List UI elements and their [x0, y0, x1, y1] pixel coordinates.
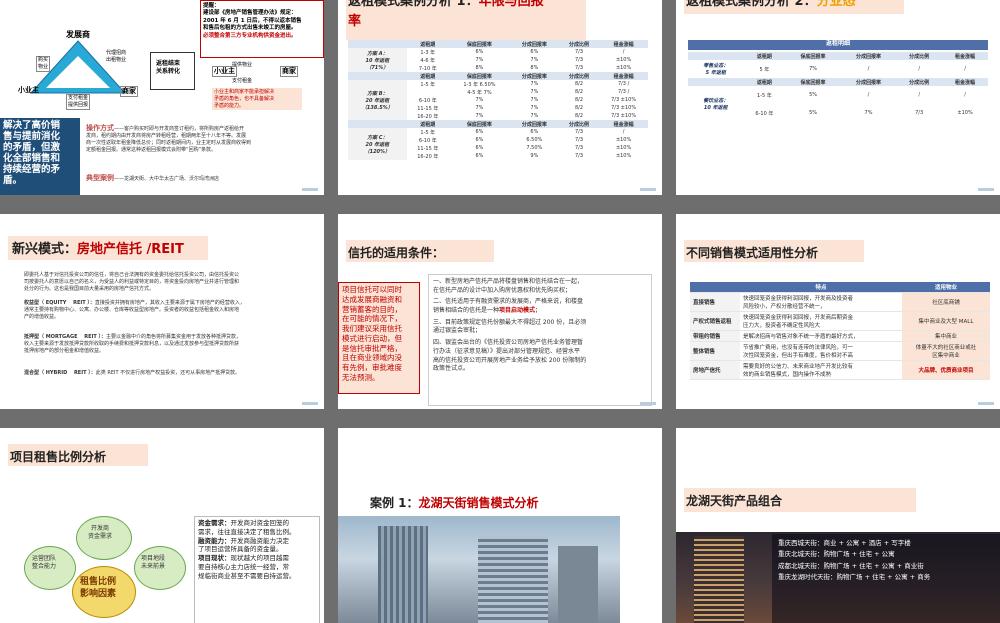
case-text: 典型案例——龙湖天街、大中华太古广场、沃尔玛湾洲店: [86, 174, 220, 182]
corner-mark: [302, 402, 318, 405]
sales-mode-table: 特点 适用物业 直接销售 快速回笼资金获得利润回报，开发商及投资者 风险较小，产权分散经…: [690, 282, 990, 380]
corner-mark: [978, 188, 994, 191]
merchant-label: 商家: [120, 86, 138, 97]
rent-back-table: 返租期 保底回报率 分成回报率 分成比例 租金涨幅 方案 A： 10 年返租 （71%） 1-3…: [348, 40, 648, 160]
petal-operation-label: 运营团队 整合能力: [32, 555, 57, 571]
table-header-row: 返租期 保底回报率 分成回报率 分成比例 租金涨幅: [688, 78, 988, 86]
slide-thumbnail-4[interactable]: 新兴模式：房地产信托 /REIT 即委托人基于对信托投资公司的信任，将自己合法拥…: [0, 214, 324, 409]
slide-thumbnail-5[interactable]: 信托的适用条件： 项目信托可以同时 达成发展商融资和 营销蓄客的目的， 在可能的情况下…: [338, 214, 662, 409]
table-row: 直接销售 快速回笼资金获得利润回报，开发商及投资者 风险较小，产权分散经营不统一，社…: [690, 292, 990, 312]
slide-thumbnail-2[interactable]: 返租模式案例分析 1：年限与回报 率 返租期 保底回报率 分成回报率 分成比例 租金涨幅…: [338, 0, 662, 195]
slide-thumbnail-3[interactable]: 返租模式案例分析 2：分业态 返租明细 返租期 保底回报率 分成回报率 分成比例 租金涨…: [676, 0, 1000, 195]
table-row: 带租约销售 是解决招商与销售对象不统一矛盾的最好方式， 集中商业: [690, 330, 990, 342]
slide-title: 不同销售模式适用性分析: [686, 246, 819, 260]
corner-mark: [640, 188, 656, 191]
summary-box: 解决了高价销 售与提前消化 的矛盾，但激 化全部销售和 持续经营的矛 盾。: [0, 118, 80, 195]
table-header-row: 特点 适用物业: [690, 282, 990, 293]
pay-rent-2-label: 支付租金: [232, 78, 253, 84]
building-tower: [558, 546, 598, 623]
table-row: 方案 B： 20 年返租 （138.5%） 1-5 年 1-3 年 6.50% 7% 8/2…: [348, 80, 648, 120]
trust-recommendation-box: 项目信托可以同时 达成发展商融资和 营销蓄客的目的， 在可能的情况下， 我们建议采用信托…: [338, 282, 420, 394]
table-caption: 返租明细: [688, 40, 988, 50]
notice-line: 和售后包租的方式出售未竣工的房屋。: [203, 25, 297, 32]
slide-title-wrap: 率: [348, 14, 362, 29]
plan-label: 方案 C： 20 年返租 （120%）: [348, 128, 407, 160]
table-row: 零售业态： 5 年返租 5 年 7% / / /: [688, 60, 988, 78]
center-bubble-label: 租售比例 影响因素: [80, 577, 117, 600]
product-mix-list: 重庆西城天街：商业 + 公寓 + 酒店 + 写字楼 重庆北城天街：购物广场 + 住…: [778, 539, 931, 582]
small-owner-label: 小业主: [18, 86, 39, 94]
slide-title: 项目租售比例分析: [10, 450, 107, 464]
notice-line-highlight: 必须整合第三方专业机构供资金进出。: [203, 32, 297, 39]
table-row: 方案 C： 20 年返租 （120%） 1-5 年 6% 6% 7/3/: [348, 128, 648, 160]
slide-title: 返租模式案例分析 1：年限与回报: [348, 0, 544, 9]
equity-reit-text: 权益型（ EQUITY REIT ）：直接投资并拥有房地产，其收入主要来源于属下…: [24, 300, 245, 320]
small-owner-2-label: 小业主: [212, 66, 237, 77]
table-row: 餐饮业态： 10 年返租 1-5 年 5% / / /: [688, 86, 988, 122]
table-header-row: 返租期 保底回报率 分成回报率 分成比例 租金涨幅: [348, 120, 648, 128]
notice-line: 建设部《房地产销售管理办法》规定：: [203, 10, 297, 17]
slide-thumbnail-9[interactable]: 龙湖天街产品组合 重庆西城天街：商业 + 公寓 + 酒店 + 写字楼 重庆北城天街…: [676, 428, 1000, 623]
table-header-row: 返租期 保底回报率 分成回报率 分成比例 租金涨幅: [348, 40, 648, 48]
condition-3: 三、目前政策规定信托份额最大不得超过 200 份，且必须 通过银监会审批；: [433, 318, 587, 335]
developer-label: 发展商: [66, 30, 90, 39]
table-row: 整体销售 节省推广费用，也没有连带的法律风险，可一 次性回笼资金，但出手有难度，售价…: [690, 341, 990, 361]
slide-thumbnail-1[interactable]: 提醒： 建设部《房地产销售管理办法》规定： 2001 年 6 月 1 日后，不得…: [0, 0, 324, 195]
table-header-row: 返租期 保底回报率 分成回报率 分成比例 租金涨幅: [688, 52, 988, 60]
building-tower: [478, 536, 548, 623]
building-tower: [378, 526, 428, 623]
trust-conditions-box: 一、新型房地产信托产品将楼盘销售和信托结合在一起， 在信托产品的设计中加入购房优惠…: [428, 274, 652, 406]
transform-label: 返租结束 关系转化: [156, 60, 181, 76]
petal-developer-label: 开发商 资金需求: [88, 525, 113, 541]
rent-detail-table: 返租期 保底回报率 分成回报率 分成比例 租金涨幅 零售业态： 5 年返租 5 年 7% / / / 返…: [688, 52, 988, 122]
pay-rent-label: 支付租金 提供回报: [66, 94, 91, 110]
building-photo: [338, 516, 620, 623]
slide-title: 案例 1：龙湖天街销售模式分析: [370, 496, 539, 510]
condition-4: 四、银监会出台的《信托投资公司房地产信托业务管理暂 行办法（征求意见稿）》提出对部…: [433, 339, 587, 373]
trust-definition: 即委托人基于对信托投资公司的信任，将自己合法拥有的资金委托给信托投资公司，由信托…: [24, 272, 240, 292]
mortgage-reit-text: 抵押型（ MORTGAGE REIT ）：主要以金融中介的角色将所募集资金用于发…: [24, 334, 242, 354]
contradiction-note: 小业主和商家不能承担解决 矛盾的角色，也不具备解决 矛盾的能力。: [212, 88, 302, 111]
slide-thumbnail-6[interactable]: 不同销售模式适用性分析 特点 适用物业 直接销售 快速回笼资金获得利润回报，开发商及投…: [676, 214, 1000, 409]
merchant-2-label: 商家: [280, 66, 298, 77]
slide-title: 龙湖天街产品组合: [686, 494, 783, 508]
condition-1: 一、新型房地产信托产品将楼盘销售和信托结合在一起， 在信托产品的设计中加入购房优惠…: [433, 278, 584, 294]
slide-thumbnail-7[interactable]: 项目租售比例分析 开发商 资金需求 运营团队 整合能力 项目地段 未来前景 租售比例影…: [0, 428, 324, 623]
slide-thumbnail-8[interactable]: 案例 1：龙湖天街销售模式分析: [338, 428, 662, 623]
corner-mark: [978, 402, 994, 405]
note-financing: 融资能力：开发商融资能力决定 了项目运营所具备的资金量。: [198, 536, 289, 554]
plan-label: 方案 B： 20 年返租 （138.5%）: [348, 80, 407, 120]
buy-property-label: 购买 物业: [36, 56, 51, 72]
corner-mark: [640, 402, 656, 405]
plan-label: 方案 A： 10 年返租 （71%）: [348, 48, 407, 72]
slide-title: 信托的适用条件：: [348, 246, 445, 260]
table-row: 房地产信托 需要良好的公信力、未来商业地产开发比较有 效的商业销售模式，国内操作不成…: [690, 360, 990, 380]
slide-title: 返租模式案例分析 2：分业态: [686, 0, 856, 9]
notice-box: 提醒： 建设部《房地产销售管理办法》规定： 2001 年 6 月 1 日后，不得…: [200, 0, 324, 58]
lit-tower: [694, 536, 744, 623]
method-text: 操作方式——客户购买时即与开发商签订租约，将所购房产返租给开 发商，租约期内由开…: [86, 124, 252, 153]
corner-mark: [302, 188, 318, 191]
factor-notes: 资金需求：开发商对资金回笼的 需求，往往直接决定了租售比例。 融资能力：开发商融资…: [194, 516, 320, 623]
agent-label: 代理招商 出租物业: [106, 50, 127, 63]
slide-title: 新兴模式：房地产信托 /REIT: [12, 242, 184, 257]
hybrid-reit-text: 混合型（ HYBRID REIT ）：此类 REIT 不仅进行房地产权益投资，还…: [24, 370, 241, 376]
table-row: 产权式销售返租 快速回笼资金获得利润回报，开发商后期资金 压力大，投资者不确定性风险…: [690, 311, 990, 331]
table-row: 方案 A： 10 年返租 （71%） 1-3 年 6% 6% 7/3/: [348, 48, 648, 72]
note-funding: 资金需求：开发商对资金回笼的 需求，往往直接决定了租售比例。: [198, 519, 296, 536]
table-header-row: 返租期 保底回报率 分成回报率 分成比例 租金涨幅: [348, 72, 648, 80]
note-status: 项目现状：现状越大的项目越需 要自持核心主力店统一经营，常 规临街商业甚至不需要自持…: [198, 554, 296, 580]
condition-2: 二、信托适用于有融资需求的发展商，严格来说，和楼盘 销售相结合的信托是一种项目启动…: [433, 298, 584, 315]
petal-location-label: 项目地段 未来前景: [141, 555, 166, 571]
